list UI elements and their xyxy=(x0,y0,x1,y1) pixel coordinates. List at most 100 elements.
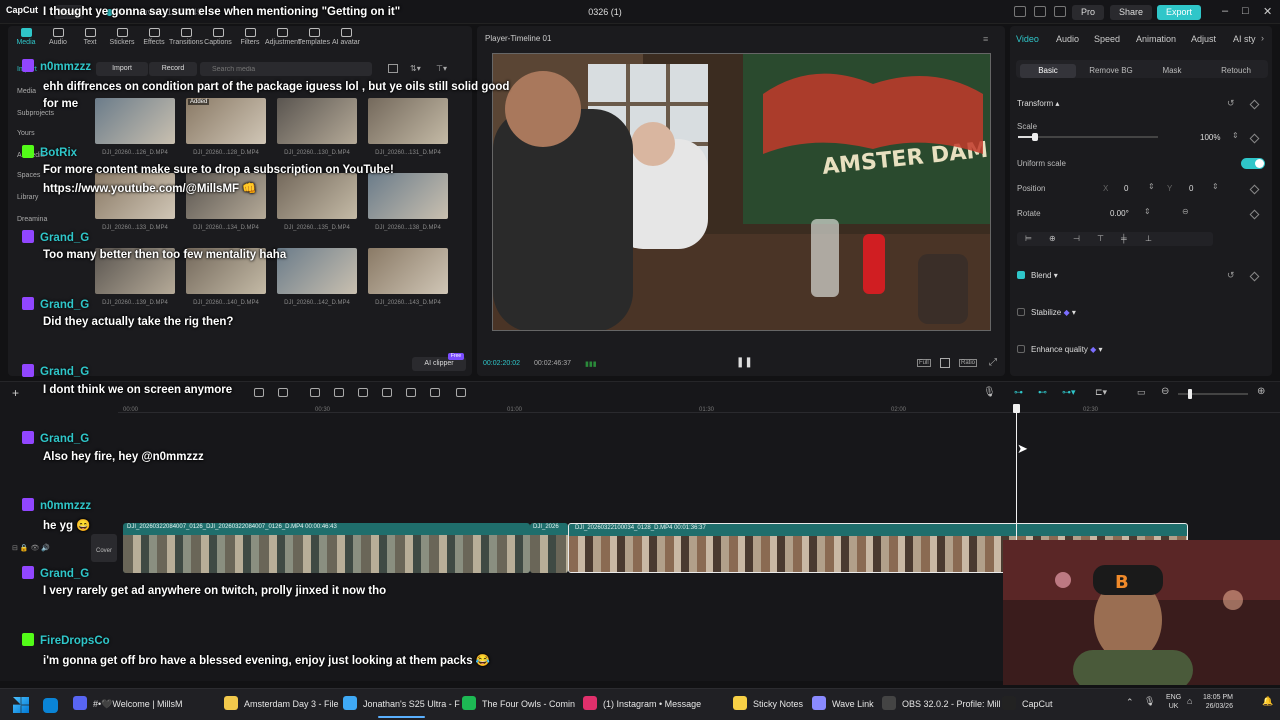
sort-icon[interactable]: ⇅▾ xyxy=(410,64,421,73)
player-menu-icon[interactable]: ≡ xyxy=(983,34,988,44)
transform-heading[interactable]: Transform ▴ xyxy=(1017,99,1059,108)
taskbar-item[interactable]: CapCut xyxy=(1002,696,1053,712)
sidebar-item-spaces[interactable]: Spaces xyxy=(17,172,40,179)
pro-button[interactable]: Pro xyxy=(1072,5,1104,20)
position-y-stepper-icon[interactable]: ⇕ xyxy=(1212,182,1219,191)
import-button[interactable]: Import xyxy=(96,62,148,76)
video-clip-1[interactable]: DJI_20260322084007_0126_DJI_202603220840… xyxy=(123,523,530,573)
panel-icon[interactable] xyxy=(1034,6,1046,17)
filter-icon[interactable]: ⊤▾ xyxy=(436,64,447,73)
tool-tab-captions[interactable]: Captions xyxy=(201,28,235,46)
add-track-icon[interactable]: + xyxy=(12,386,19,400)
taskbar-item[interactable]: Jonathan's S25 Ultra - F xyxy=(343,696,460,718)
minimize-icon[interactable]: – xyxy=(1222,5,1228,17)
tab-ai-sty[interactable]: AI sty xyxy=(1233,34,1256,44)
transition-icon[interactable] xyxy=(430,388,440,397)
align-center-icon[interactable]: ⊕ xyxy=(1049,234,1056,243)
rotate-dial-icon[interactable]: ⊖ xyxy=(1182,207,1189,216)
magic-icon[interactable] xyxy=(382,388,392,397)
position-x-input[interactable]: 0 xyxy=(1124,184,1128,193)
record-button[interactable]: Record xyxy=(149,62,197,76)
blend-heading[interactable]: Blend ▾ xyxy=(1031,271,1058,280)
taskbar-item[interactable]: OBS 32.0.2 - Profile: Mill xyxy=(882,696,1001,712)
notification-icon[interactable]: 🔔 xyxy=(1262,696,1273,707)
ai-tool-icon[interactable] xyxy=(456,388,466,397)
media-thumbnail[interactable] xyxy=(277,248,357,294)
scale-slider-handle[interactable] xyxy=(1031,133,1038,141)
start-icon[interactable] xyxy=(13,697,29,713)
video-clip-2[interactable]: DJI_2026 xyxy=(530,523,568,573)
caption-icon[interactable]: ▭ xyxy=(1137,387,1146,398)
subtab-basic[interactable]: Basic xyxy=(1020,64,1076,78)
outlook-icon[interactable] xyxy=(43,698,58,713)
pause-button[interactable]: ❚❚ xyxy=(736,357,753,368)
tray-mic-icon[interactable]: 🎙 xyxy=(1144,696,1155,707)
tab-animation[interactable]: Animation xyxy=(1136,34,1176,44)
taskbar-item[interactable]: (1) Instagram • Message xyxy=(583,696,701,712)
align-left-icon[interactable]: ⊨ xyxy=(1025,234,1032,243)
uniform-scale-toggle[interactable] xyxy=(1241,158,1265,169)
reset-icon[interactable]: ↺ xyxy=(1227,98,1235,109)
stabilize-heading[interactable]: Stabilize ◆ ▾ xyxy=(1031,308,1076,317)
zoom-in-icon[interactable]: ⊕ xyxy=(1257,386,1265,397)
zoom-handle[interactable] xyxy=(1188,389,1192,399)
rotate-input[interactable]: 0.00° xyxy=(1110,209,1129,218)
auto-snap-icon[interactable]: ⊷ xyxy=(1038,387,1047,398)
cover-button[interactable]: Cover xyxy=(91,534,117,562)
tool-tab-audio[interactable]: Audio xyxy=(41,28,75,46)
scale-value[interactable]: 100% xyxy=(1200,133,1220,142)
export-button[interactable]: Export xyxy=(1157,5,1201,20)
clock[interactable]: 18:05 PM 26/03/26 xyxy=(1203,693,1233,711)
media-thumbnail[interactable] xyxy=(368,173,448,219)
rotate-stepper-icon[interactable]: ⇕ xyxy=(1144,207,1151,216)
media-thumbnail[interactable] xyxy=(186,173,266,219)
position-x-stepper-icon[interactable]: ⇕ xyxy=(1148,182,1155,191)
tab-speed[interactable]: Speed xyxy=(1094,34,1120,44)
align-right-icon[interactable]: ⊣ xyxy=(1073,234,1080,243)
subtab-remove-bg[interactable]: Remove BG xyxy=(1082,64,1140,78)
zoom-slider[interactable] xyxy=(1178,389,1248,399)
media-thumbnail[interactable] xyxy=(368,248,448,294)
tool-tab-transitions[interactable]: Transitions xyxy=(169,28,203,46)
tool-tab-ai-avatar[interactable]: AI avatar xyxy=(329,28,363,46)
scale-stepper-icon[interactable]: ⇕ xyxy=(1232,131,1239,140)
track-controls[interactable]: ⊟ 🔒 👁 🔊 xyxy=(12,544,50,552)
snapshot-icon[interactable] xyxy=(940,358,950,368)
playhead-handle[interactable] xyxy=(1013,404,1020,413)
fullscreen-icon[interactable]: ⤢ xyxy=(989,357,997,368)
ratio-button[interactable]: Ratio xyxy=(959,359,978,367)
position-y-input[interactable]: 0 xyxy=(1189,184,1193,193)
share-button[interactable]: Share xyxy=(1110,5,1152,20)
taskbar-item[interactable]: Sticky Notes xyxy=(733,696,803,712)
maximize-icon[interactable]: □ xyxy=(1242,5,1249,17)
blend-reset-icon[interactable]: ↺ xyxy=(1227,270,1235,281)
tab-audio[interactable]: Audio xyxy=(1056,34,1079,44)
crop-icon[interactable] xyxy=(358,388,368,397)
taskbar-item[interactable]: The Four Owls - Comin xyxy=(462,696,575,712)
language-indicator[interactable]: ENG UK xyxy=(1166,693,1181,711)
sidebar-item-dreamina[interactable]: Dreamina xyxy=(17,216,47,223)
network-icon[interactable]: ⌂ xyxy=(1187,696,1192,706)
tab-video[interactable]: Video xyxy=(1016,34,1039,44)
main-track-magnet-icon[interactable]: ⊶ xyxy=(1014,387,1023,398)
tool-tab-stickers[interactable]: Stickers xyxy=(105,28,139,46)
chevron-right-icon[interactable]: › xyxy=(1261,33,1264,43)
taskbar-item[interactable]: #•🖤Welcome | MillsM xyxy=(73,696,183,712)
video-preview[interactable]: AMSTER DAM xyxy=(492,53,991,331)
tool-tab-text[interactable]: Text xyxy=(73,28,107,46)
media-thumbnail[interactable] xyxy=(95,173,175,219)
preview-axis-icon[interactable]: ⊏▾ xyxy=(1095,387,1107,398)
sidebar-item-yours[interactable]: Yours xyxy=(17,130,35,137)
microphone-icon[interactable]: 🎙 xyxy=(983,387,996,398)
linkage-icon[interactable]: ⊶▾ xyxy=(1062,387,1076,398)
blend-checkbox[interactable] xyxy=(1017,271,1025,279)
tool-tab-adjustment[interactable]: Adjustment xyxy=(265,28,300,46)
align-middle-icon[interactable]: ╪ xyxy=(1121,234,1127,243)
align-top-icon[interactable]: ⊤ xyxy=(1097,234,1104,243)
taskbar-item[interactable]: Amsterdam Day 3 - File xyxy=(224,696,339,712)
enhance-checkbox[interactable] xyxy=(1017,345,1025,353)
sidebar-item-library[interactable]: Library xyxy=(17,194,38,201)
mirror-icon[interactable] xyxy=(310,388,320,397)
search-input[interactable] xyxy=(200,62,372,76)
tool-tab-media[interactable]: Media xyxy=(9,28,43,46)
